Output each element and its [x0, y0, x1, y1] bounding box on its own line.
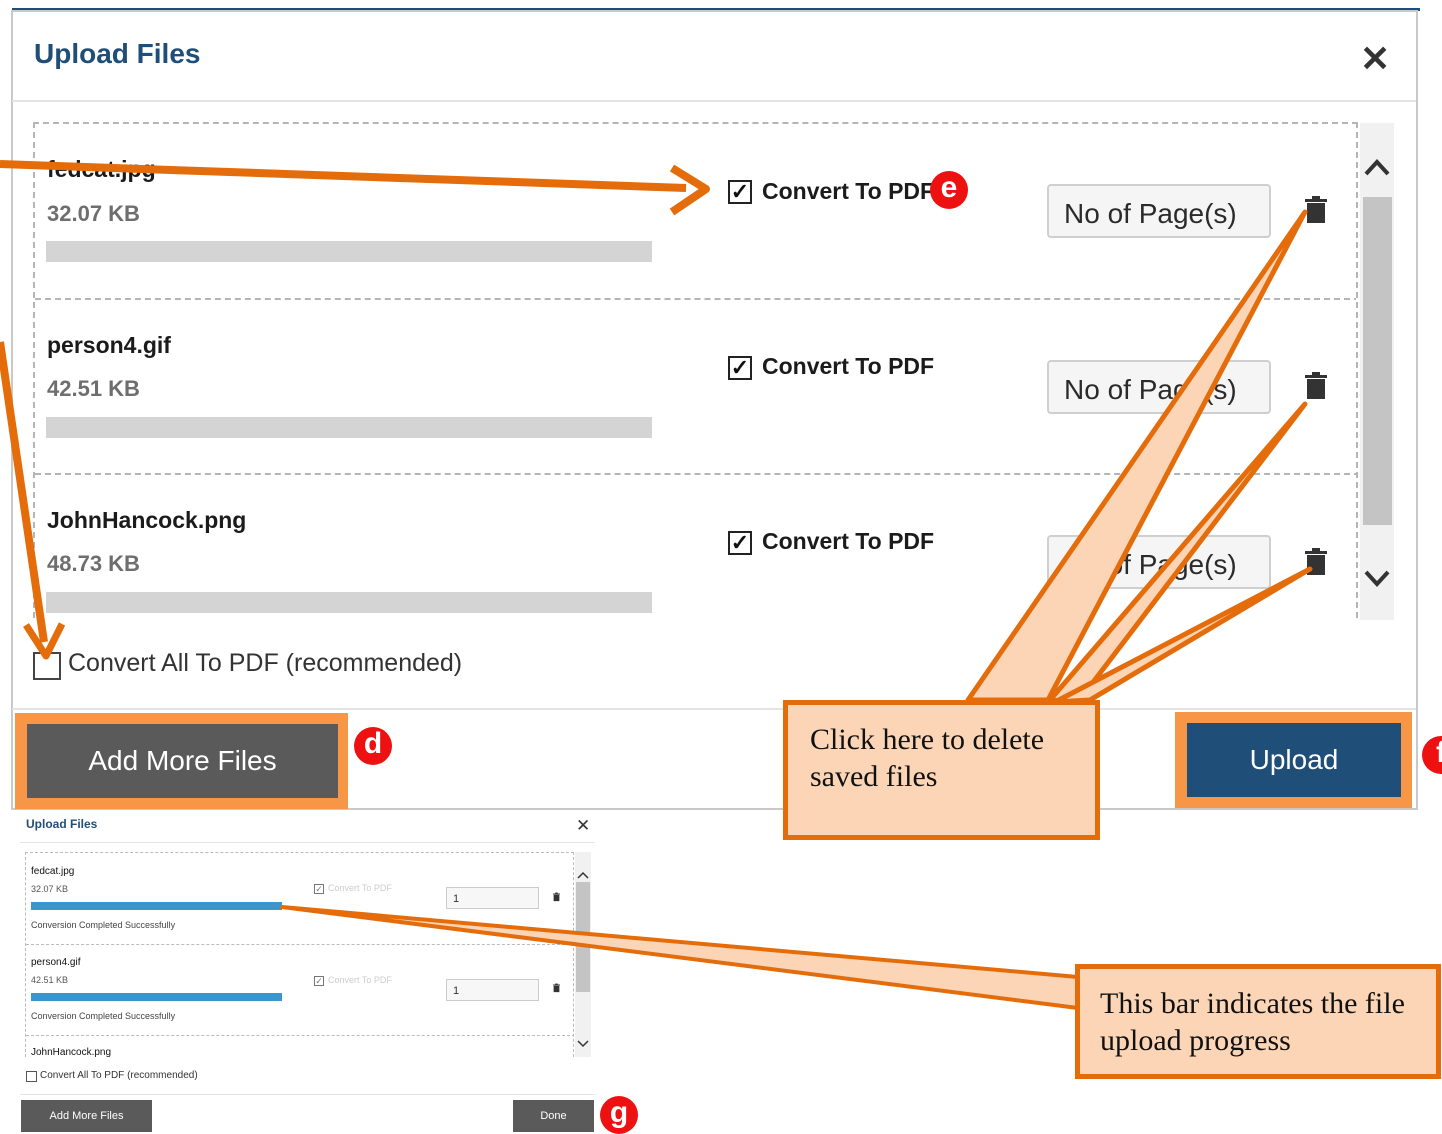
arrow-to-convert-checkbox — [0, 160, 710, 216]
delete-callout: Click here to delete saved files — [783, 700, 1100, 840]
progress-callout: This bar indicates the file upload progr… — [1075, 964, 1441, 1079]
delete-callout-pointers — [965, 209, 1313, 705]
arrow-to-convert-all — [0, 341, 66, 660]
progress-callout-pointer — [280, 905, 1080, 1010]
